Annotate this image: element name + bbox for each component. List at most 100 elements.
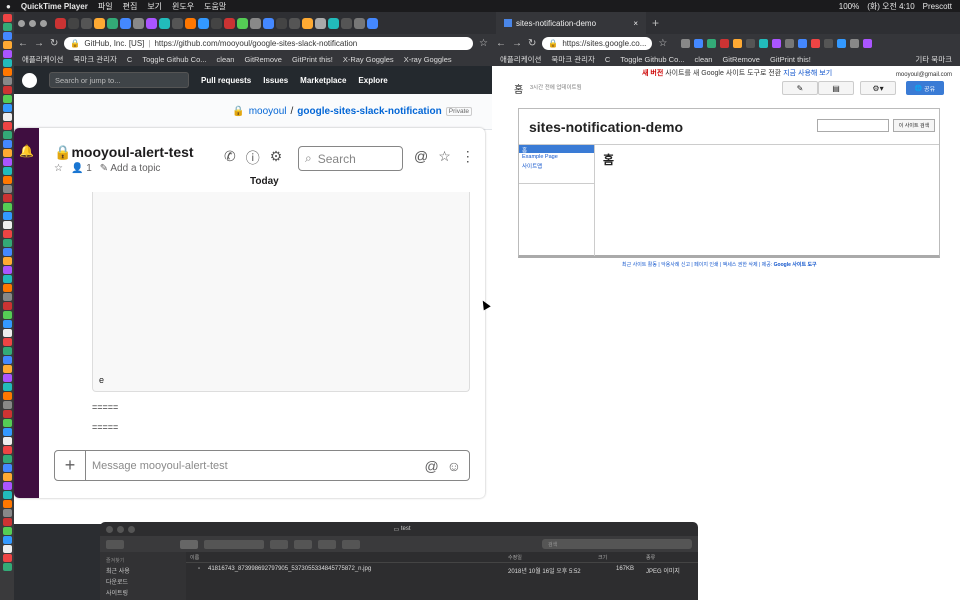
action-gear-icon[interactable] <box>294 539 312 549</box>
pinned-tab-favicon[interactable] <box>315 17 326 29</box>
dock-app-icon[interactable] <box>2 68 12 76</box>
dock-app-icon[interactable] <box>2 491 12 499</box>
site-search-button[interactable]: 이 사이트 검색 <box>893 119 935 132</box>
nav-item-sitemap[interactable]: 사이트맵 <box>519 161 594 170</box>
dock-app-icon[interactable] <box>2 329 12 337</box>
dock-app-icon[interactable] <box>2 140 12 148</box>
dock-app-icon[interactable] <box>2 77 12 85</box>
dock-app-icon[interactable] <box>2 338 12 346</box>
dock-app-icon[interactable] <box>2 284 12 292</box>
dock-app-icon[interactable] <box>2 221 12 229</box>
dock-app-icon[interactable] <box>2 311 12 319</box>
forward-icon[interactable]: → <box>512 38 522 49</box>
dock-app-icon[interactable] <box>2 95 12 103</box>
bookmark-clean[interactable]: clean <box>695 55 713 64</box>
dock-app-icon[interactable] <box>2 86 12 94</box>
extension-icon[interactable] <box>772 38 782 48</box>
dock-app-icon[interactable] <box>2 302 12 310</box>
mention-icon[interactable]: @ <box>424 458 438 474</box>
menu-view[interactable]: 보기 <box>147 1 162 12</box>
arrange-button[interactable] <box>270 539 288 549</box>
add-topic-link[interactable]: ✎ Add a topic <box>100 163 161 174</box>
sidebar-item-downloads[interactable]: 다운로드 <box>106 578 180 589</box>
extension-icon[interactable] <box>681 38 691 48</box>
mentions-icon[interactable]: @ <box>414 148 428 165</box>
dock-app-icon[interactable] <box>2 428 12 436</box>
bookmark-xray-1[interactable]: X-Ray Goggles <box>343 55 394 64</box>
dock-app-icon[interactable] <box>2 446 12 454</box>
back-icon[interactable]: ← <box>496 38 506 49</box>
dock-app-icon[interactable] <box>2 14 12 22</box>
share-button[interactable] <box>318 539 336 549</box>
favorite-star-icon[interactable]: ☆ <box>54 163 63 174</box>
dock-app-icon[interactable] <box>2 347 12 355</box>
clock[interactable]: (화) 오전 4:10 <box>867 1 914 12</box>
pinned-tab-favicon[interactable] <box>185 17 196 29</box>
pinned-tab-favicon[interactable] <box>133 17 144 29</box>
dock-app-icon[interactable] <box>2 356 12 364</box>
column-date[interactable]: 수정일 <box>508 554 522 561</box>
window-controls[interactable] <box>106 525 135 533</box>
extension-icon[interactable] <box>785 38 795 48</box>
dock-app-icon[interactable] <box>2 482 12 490</box>
bookmark-gitprint[interactable]: GitPrint this! <box>292 55 333 64</box>
file-row[interactable]: ▫ 41816743_873998692797905_5373055334845… <box>186 564 698 575</box>
dock-app-icon[interactable] <box>2 203 12 211</box>
menu-window[interactable]: 윈도우 <box>172 1 194 12</box>
new-tab-icon[interactable]: + <box>652 16 659 30</box>
phone-icon[interactable]: ✆ <box>224 148 236 168</box>
dock-app-icon[interactable] <box>2 131 12 139</box>
dock-app-icon[interactable] <box>2 554 12 562</box>
dock-app-icon[interactable] <box>2 212 12 220</box>
menu-edit[interactable]: 편집 <box>123 1 138 12</box>
slack-search-input[interactable]: ⌕ Search <box>298 146 403 171</box>
battery-text[interactable]: 100% <box>839 2 859 11</box>
dock-app-icon[interactable] <box>2 500 12 508</box>
extension-icons[interactable] <box>681 38 873 48</box>
user-name[interactable]: Prescott <box>923 2 952 11</box>
starred-icon[interactable]: ☆ <box>438 148 451 165</box>
home-link[interactable]: 홈 <box>514 81 523 96</box>
bookmark-xray-2[interactable]: X-ray Goggles <box>404 55 452 64</box>
github-search-input[interactable]: Search or jump to... <box>49 72 189 88</box>
dock-app-icon[interactable] <box>2 392 12 400</box>
tab-close-icon[interactable]: × <box>633 19 638 28</box>
bookmark-other[interactable]: 기타 북마크 <box>915 54 952 65</box>
pinned-tab-favicon[interactable] <box>159 17 170 29</box>
finder-search-input[interactable]: 검색 <box>542 539 692 549</box>
dock-app-icon[interactable] <box>2 455 12 463</box>
notification-bell-icon[interactable]: 🔔 <box>19 144 34 158</box>
bookmark-manager[interactable]: 북마크 관리자 <box>551 54 594 65</box>
pinned-tab-favicon[interactable] <box>198 17 209 29</box>
menu-help[interactable]: 도움말 <box>204 1 226 12</box>
pinned-tab-favicon[interactable] <box>172 17 183 29</box>
dock-app-icon[interactable] <box>2 419 12 427</box>
tag-button[interactable] <box>342 539 360 549</box>
dock-app-icon[interactable] <box>2 104 12 112</box>
bookmark-manager[interactable]: 북마크 관리자 <box>73 54 116 65</box>
bookmark-toggle-github[interactable]: Toggle Github Co... <box>142 55 206 64</box>
pinned-tab-favicon[interactable] <box>211 17 222 29</box>
pinned-tab-favicon[interactable] <box>250 17 261 29</box>
settings-gear-icon[interactable]: ⚙ <box>270 148 283 168</box>
dock-app-icon[interactable] <box>2 401 12 409</box>
dock-app-icon[interactable] <box>2 23 12 31</box>
dock-app-icon[interactable] <box>2 167 12 175</box>
member-count[interactable]: 👤 1 <box>71 163 92 174</box>
nav-back-forward-button[interactable] <box>106 539 124 549</box>
bookmark-c[interactable]: C <box>127 55 132 64</box>
site-title[interactable]: sites-notification-demo <box>529 119 683 135</box>
dock-app-icon[interactable] <box>2 257 12 265</box>
github-logo-icon[interactable] <box>22 72 37 88</box>
dock-app-icon[interactable] <box>2 230 12 238</box>
channel-title[interactable]: 🔒mooyoul-alert-test <box>54 144 194 161</box>
dock-app-icon[interactable] <box>2 293 12 301</box>
back-icon[interactable]: ← <box>18 38 28 49</box>
pinned-tab-favicon[interactable] <box>55 17 66 29</box>
bookmark-apps[interactable]: 애플리케이션 <box>500 54 541 65</box>
active-tab[interactable]: sites-notification-demo × <box>496 12 646 34</box>
attach-plus-button[interactable]: + <box>55 451 86 480</box>
nav-explore[interactable]: Explore <box>358 76 387 85</box>
repo-owner-link[interactable]: mooyoul <box>249 106 287 117</box>
pinned-tab-favicon[interactable] <box>341 17 352 29</box>
